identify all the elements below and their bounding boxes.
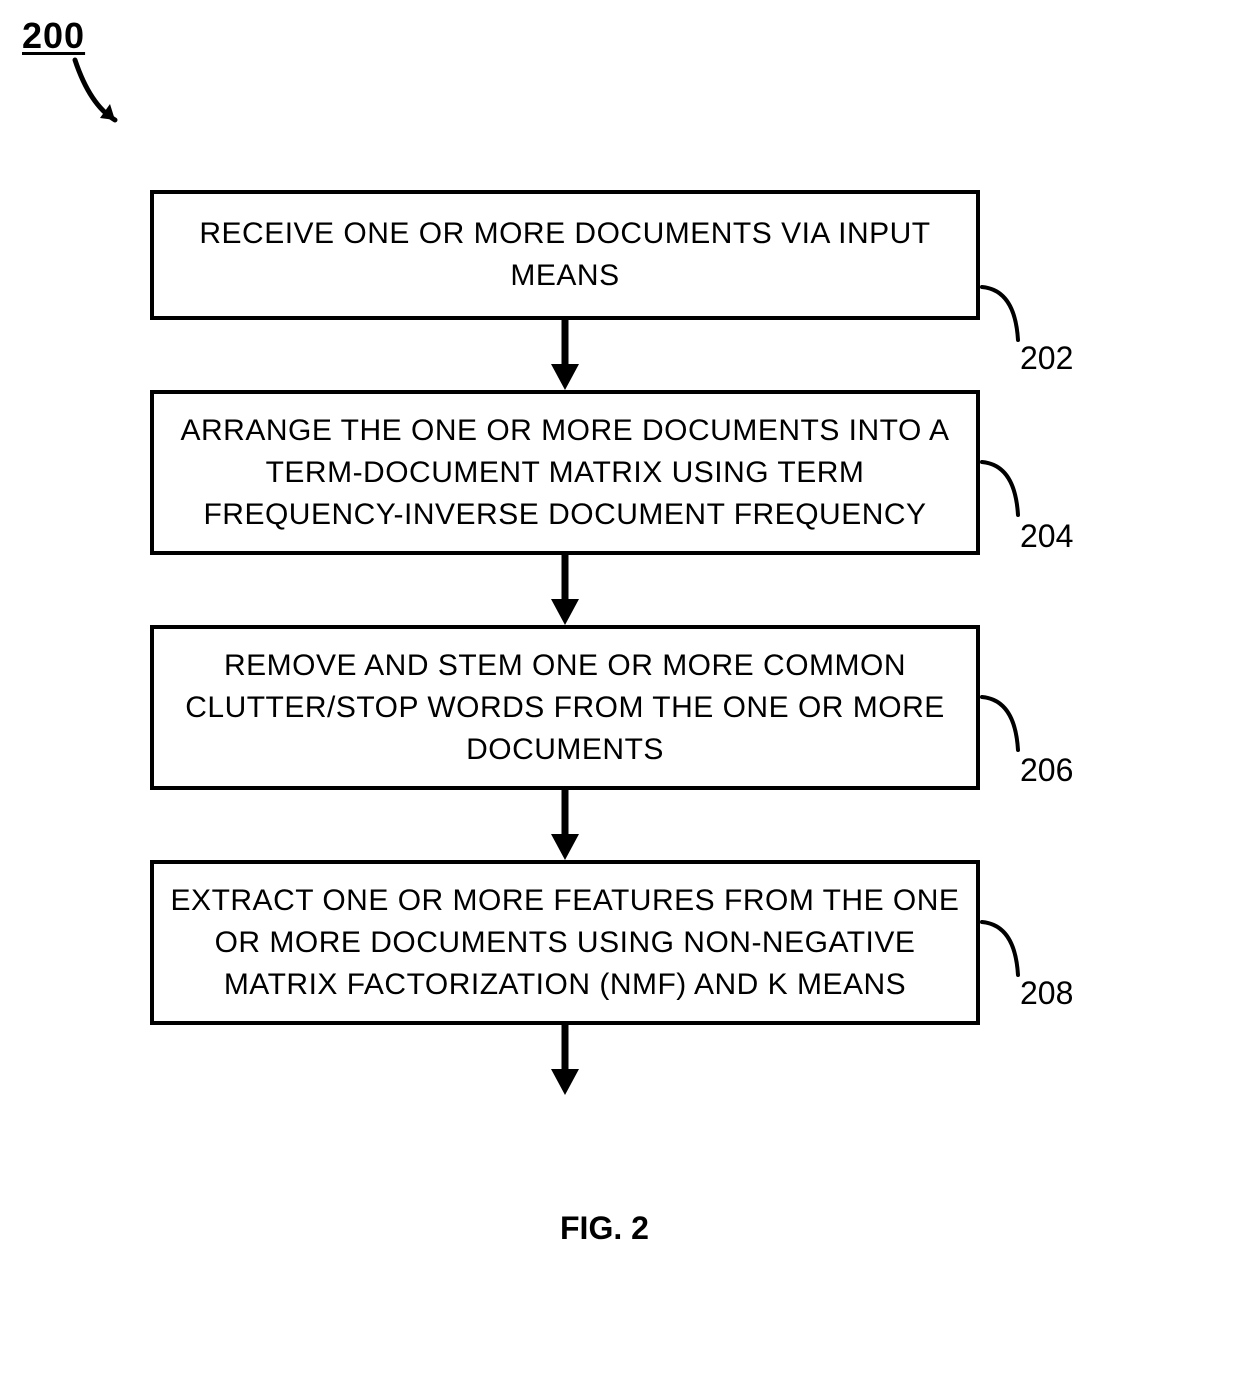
step-box-remove-stem: REMOVE AND STEM ONE OR MORE COMMON CLUTT… bbox=[150, 625, 980, 790]
step-number-label: 208 bbox=[1020, 975, 1073, 1012]
step-number-label: 202 bbox=[1020, 340, 1073, 377]
diagram-canvas: 200 RECEIVE ONE OR MORE DOCUMENTS VIA IN… bbox=[0, 0, 1240, 1378]
flow-arrow-icon bbox=[547, 320, 583, 394]
step-box-extract: EXTRACT ONE OR MORE FEATURES FROM THE ON… bbox=[150, 860, 980, 1025]
figure-pointer-arrow-icon bbox=[60, 50, 150, 140]
step-number-label: 204 bbox=[1020, 518, 1073, 555]
step-box-receive: RECEIVE ONE OR MORE DOCUMENTS VIA INPUT … bbox=[150, 190, 980, 320]
step-text: REMOVE AND STEM ONE OR MORE COMMON CLUTT… bbox=[166, 645, 964, 771]
figure-caption: FIG. 2 bbox=[560, 1210, 649, 1247]
flow-arrow-icon bbox=[547, 555, 583, 629]
flow-arrow-icon bbox=[547, 790, 583, 864]
step-number-label: 206 bbox=[1020, 752, 1073, 789]
step-text: ARRANGE THE ONE OR MORE DOCUMENTS INTO A… bbox=[166, 410, 964, 536]
flow-arrow-icon bbox=[547, 1025, 583, 1099]
step-text: RECEIVE ONE OR MORE DOCUMENTS VIA INPUT … bbox=[166, 213, 964, 297]
step-box-arrange: ARRANGE THE ONE OR MORE DOCUMENTS INTO A… bbox=[150, 390, 980, 555]
step-text: EXTRACT ONE OR MORE FEATURES FROM THE ON… bbox=[166, 880, 964, 1006]
